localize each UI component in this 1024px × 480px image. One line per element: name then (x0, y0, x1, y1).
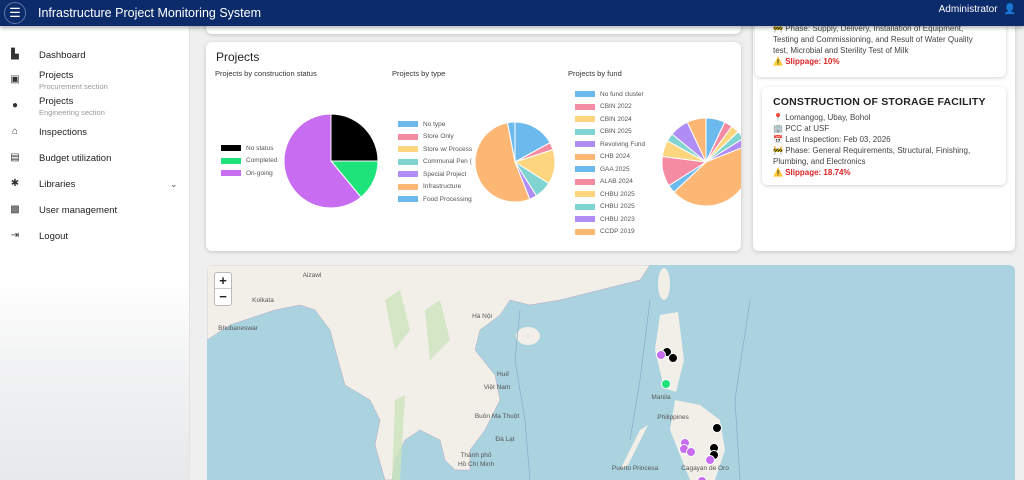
user-icon: 👤 (1003, 4, 1016, 15)
map-marker-on-going[interactable] (686, 447, 696, 457)
sidebar-item-budget[interactable]: ▤ Budget utilization (0, 151, 189, 165)
user-name: Administrator (938, 4, 998, 15)
calendar-icon: 📅 (773, 135, 786, 144)
projects-card: Projects Projects by construction status… (206, 42, 741, 251)
sidebar: ▙ Dashboard ▣ Projects Procurement section … (0, 26, 190, 480)
map-label: Thành phố (460, 450, 491, 459)
nav-label: Projects (39, 96, 74, 107)
land-hainan (516, 327, 540, 345)
project-card[interactable]: CONSTRUCTION OF STORAGE FACILITY 📍 Loman… (762, 87, 1006, 185)
map-marker-on-going[interactable] (705, 455, 715, 465)
map-label: Buôn Ma Thuột (475, 413, 520, 420)
gear-icon: ✱ (10, 178, 20, 189)
app-header: ☰ Infrastructure Project Monitoring Syst… (0, 0, 1024, 26)
map-label: Hà Nội (472, 313, 492, 320)
sidebar-background-image (0, 280, 189, 480)
map-label: Bhubaneswar (218, 325, 259, 332)
location-pin-icon: 📍 (773, 113, 786, 122)
budget-icon: ▤ (10, 152, 20, 163)
inspection-icon: ⌂ (11, 126, 19, 137)
zoom-in-button[interactable]: + (215, 273, 231, 289)
map-label: Puerto Princesa (612, 465, 659, 472)
project-slippage: Slippage: 10% (785, 57, 840, 66)
sidebar-item-user-management[interactable]: ▩ User management (0, 203, 189, 217)
sidebar-item-logout[interactable]: ⇥ Logout (0, 229, 189, 243)
map-label: Hồ Chí Minh (458, 459, 495, 468)
land-taiwan (658, 268, 670, 300)
building-icon: 🏢 (773, 124, 786, 133)
map-label: Manila (651, 394, 671, 401)
user-menu[interactable]: Administrator 👤 (939, 4, 1016, 15)
phase-icon: 🚧 (773, 146, 786, 155)
dashboard-icon: ▙ (11, 49, 19, 60)
logout-icon: ⇥ (10, 230, 20, 241)
projects-list-panel: 🚧 Phase: Supply, Delivery, Installation … (753, 18, 1015, 251)
zoom-out-button[interactable]: − (215, 289, 231, 305)
map-label: Philippines (657, 414, 689, 421)
zoom-control: + − (214, 272, 232, 306)
project-last-inspection: Last Inspection: Feb 03, 2026 (785, 135, 891, 144)
bag-icon: ▣ (10, 74, 20, 85)
hamburger-icon: ☰ (9, 5, 21, 20)
map-label: Cagayan de Oro (681, 465, 729, 472)
project-phase: Phase: General Requirements, Structural,… (773, 146, 971, 166)
land-palawan (620, 425, 648, 470)
map-label: Đà Lạt (495, 436, 514, 443)
project-office: PCC at USF (785, 124, 830, 133)
sidebar-item-libraries[interactable]: ✱ Libraries ⌄ (0, 177, 189, 191)
nav-sublabel: Procurement section (39, 82, 108, 91)
pie-charts (283, 113, 741, 209)
project-card[interactable]: 🚧 Phase: Supply, Delivery, Installation … (755, 18, 1006, 77)
warning-icon: ⚠️ (773, 57, 786, 66)
map-tiles: Aizawl Kolkata Bhubaneswar Hà Nội Huế Việt Na… (207, 265, 751, 480)
map-label: Huế (497, 369, 509, 378)
engineer-icon: ● (11, 100, 19, 111)
map-label: Việt Nam (484, 384, 511, 391)
project-phase: Phase: Supply, Delivery, Installation of… (773, 24, 973, 55)
app-title: Infrastructure Project Monitoring System (38, 6, 261, 20)
sidebar-item-dashboard[interactable]: ▙ Dashboard (0, 48, 189, 62)
sidebar-item-projects-engineering[interactable]: ● Projects Engineering section (0, 96, 189, 118)
project-location: Lomangog, Ubay, Bohol (785, 113, 871, 122)
map-marker-no-status[interactable] (668, 353, 678, 363)
pie-slice-no-status[interactable] (330, 113, 379, 162)
chevron-down-icon: ⌄ (170, 178, 178, 189)
nav-label: Projects (39, 70, 74, 81)
map-label: Kolkata (252, 297, 274, 304)
project-slippage: Slippage: 18.74% (785, 168, 851, 177)
sidebar-item-projects-procurement[interactable]: ▣ Projects Procurement section (0, 70, 189, 92)
map-marker-on-going[interactable] (656, 350, 666, 360)
menu-button[interactable]: ☰ (4, 2, 26, 24)
user-badge-icon: ▩ (10, 204, 20, 215)
project-map[interactable]: + − Aizawl Kolkata Bhubaneswar Hà Nội Huế Việ… (207, 265, 1015, 480)
warning-icon: ⚠️ (773, 168, 786, 177)
sidebar-item-inspections[interactable]: ⌂ Inspections (0, 125, 189, 139)
project-title: CONSTRUCTION OF STORAGE FACILITY (773, 96, 986, 108)
nav-sublabel: Engineering section (39, 108, 105, 117)
map-marker-no-status[interactable] (712, 423, 722, 433)
map-label: Aizawl (303, 272, 322, 279)
map-marker-completed[interactable] (661, 379, 671, 389)
